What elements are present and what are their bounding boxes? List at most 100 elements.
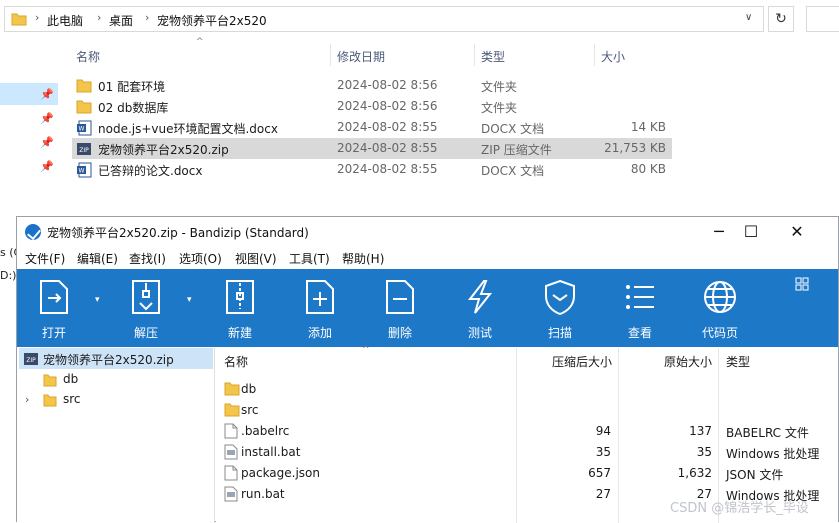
chevron-down-icon[interactable]: ∨ [745, 12, 752, 23]
open-archive-icon [38, 279, 70, 318]
file-type: ZIP 压缩文件 [481, 143, 552, 157]
column-header-type[interactable]: 类型 [726, 353, 750, 370]
file-date: 2024-08-02 8:55 [337, 120, 438, 134]
entry-name: .babelrc [241, 424, 290, 438]
grid-view-icon[interactable] [795, 277, 809, 294]
file-date: 2024-08-02 8:56 [337, 78, 438, 92]
entry-name: db [241, 382, 257, 396]
bat-file-icon [224, 444, 238, 463]
file-name: 已答辩的论文.docx [98, 164, 203, 178]
menu-view[interactable]: 视图(V) [235, 250, 277, 267]
column-header-name[interactable]: 名称 [76, 48, 100, 65]
nav-drive-label-fragment[interactable]: D:) [0, 269, 16, 282]
pin-icon: 📌 [40, 136, 54, 149]
file-size: 14 KB [630, 120, 666, 134]
toolbar-new-label: 新建 [227, 326, 252, 340]
file-row[interactable]: ZIP 宠物领养平台2x520.zip 2024-08-02 8:55 ZIP 压缩文… [72, 138, 672, 159]
tree-item-label: 宠物领养平台2x520.zip [43, 353, 174, 367]
word-doc-icon: W [76, 162, 92, 181]
toolbar-scan-button[interactable]: 扫描 [535, 269, 585, 347]
tree-item-label: src [63, 392, 81, 406]
chevron-down-icon[interactable]: ▾ [187, 295, 192, 305]
folder-icon [224, 381, 240, 399]
folder-icon [76, 78, 92, 96]
address-bar-row: › 此电脑 › 桌面 › 宠物领养平台2x520 ∨ ↻ [0, 0, 839, 38]
file-name: 02 db数据库 [98, 101, 169, 115]
toolbar-add-button[interactable]: 添加 [295, 269, 345, 347]
menu-file[interactable]: 文件(F) [25, 250, 65, 267]
archive-entry-row[interactable]: db [216, 379, 838, 400]
folder-icon [76, 99, 92, 117]
chevron-right-icon[interactable]: › [97, 11, 101, 24]
search-input[interactable] [806, 6, 839, 32]
archive-entry-row[interactable]: .babelrc 94 137 BABELRC 文件 [216, 421, 838, 442]
pin-icon: 📌 [40, 88, 54, 101]
file-row[interactable]: 02 db数据库 2024-08-02 8:56 文件夹 [72, 96, 672, 117]
new-archive-icon [224, 279, 256, 318]
file-date: 2024-08-02 8:55 [337, 162, 438, 176]
pin-icon: 📌 [40, 160, 54, 173]
refresh-button[interactable]: ↻ [768, 6, 794, 32]
archive-entry-row[interactable]: src [216, 400, 838, 421]
menu-find[interactable]: 查找(I) [129, 250, 166, 267]
toolbar-extract-button[interactable]: 解压 [121, 269, 171, 347]
entry-type: JSON 文件 [726, 468, 784, 482]
column-header-original-size[interactable]: 原始大小 [664, 353, 712, 370]
file-type: DOCX 文档 [481, 122, 545, 136]
column-divider[interactable] [594, 44, 595, 66]
file-date: 2024-08-02 8:55 [337, 141, 438, 155]
maximize-button[interactable]: ☐ [731, 221, 771, 243]
chevron-right-icon[interactable]: › [35, 11, 39, 24]
breadcrumb-desktop[interactable]: 桌面 [109, 12, 133, 29]
toolbar-open-button[interactable]: 打开 [29, 269, 79, 347]
entry-name: run.bat [241, 487, 285, 501]
column-header-date[interactable]: 修改日期 [337, 48, 385, 65]
column-header-name[interactable]: 名称 [224, 353, 248, 370]
toolbar-test-button[interactable]: 测试 [455, 269, 505, 347]
navigation-pane: 📌 📌 📌 📌 [0, 38, 62, 213]
archive-entry-row[interactable]: package.json 657 1,632 JSON 文件 [216, 463, 838, 484]
extract-icon [130, 279, 162, 318]
menu-help[interactable]: 帮助(H) [342, 250, 384, 267]
toolbar-codepage-button[interactable]: 代码页 [695, 269, 745, 347]
toolbar-scan-label: 扫描 [547, 326, 572, 340]
chevron-down-icon[interactable]: ▾ [95, 295, 100, 305]
file-row[interactable]: 01 配套环境 2024-08-02 8:56 文件夹 [72, 75, 672, 96]
menu-edit[interactable]: 编辑(E) [77, 250, 118, 267]
column-header-compressed-size[interactable]: 压缩后大小 [552, 353, 612, 370]
entry-compressed-size: 94 [595, 424, 611, 438]
file-name: 宠物领养平台2x520.zip [98, 143, 229, 157]
address-bar[interactable]: › 此电脑 › 桌面 › 宠物领养平台2x520 ∨ [4, 6, 764, 32]
entry-name: package.json [241, 466, 321, 480]
pin-icon: 📌 [40, 112, 54, 125]
toolbar-delete-button[interactable]: 删除 [375, 269, 425, 347]
svg-text:W: W [79, 168, 85, 175]
title-bar[interactable]: 宠物领养平台2x520.zip - Bandizip (Standard) ─ … [17, 217, 838, 247]
folder-tree: ZIP 宠物领养平台2x520.zip db › src [17, 348, 215, 523]
svg-text:W: W [79, 126, 85, 133]
column-header-size[interactable]: 大小 [601, 48, 625, 65]
file-row[interactable]: Wnode.js+vue环境配置文档.docx 2024-08-02 8:55 DO… [72, 117, 672, 138]
archive-entry-row[interactable]: install.bat 35 35 Windows 批处理 [216, 442, 838, 463]
chevron-right-icon[interactable]: › [25, 393, 29, 406]
column-divider[interactable] [330, 44, 331, 66]
file-type: 文件夹 [481, 101, 518, 115]
toolbar-new-button[interactable]: 新建 [215, 269, 265, 347]
chevron-right-icon[interactable]: › [145, 11, 149, 24]
breadcrumb-folder[interactable]: 宠物领养平台2x520 [157, 12, 267, 29]
entry-original-size: 137 [689, 424, 712, 438]
file-row[interactable]: W 已答辩的论文.docx 2024-08-02 8:55 DOCX 文档 80 KB [72, 159, 672, 180]
menu-tools[interactable]: 工具(T) [289, 250, 330, 267]
entry-original-size: 1,632 [677, 466, 712, 480]
toolbar-view-button[interactable]: 查看 [615, 269, 665, 347]
folder-icon [224, 402, 240, 420]
breadcrumb-this-pc[interactable]: 此电脑 [47, 12, 83, 29]
menu-options[interactable]: 选项(O) [179, 250, 222, 267]
column-header-type[interactable]: 类型 [481, 48, 505, 65]
globe-icon [702, 279, 738, 318]
close-button[interactable]: ✕ [777, 221, 817, 243]
entry-type: Windows 批处理 [726, 447, 820, 461]
file-date: 2024-08-02 8:56 [337, 99, 438, 113]
file-size: 80 KB [630, 162, 666, 176]
column-divider[interactable] [474, 44, 475, 66]
